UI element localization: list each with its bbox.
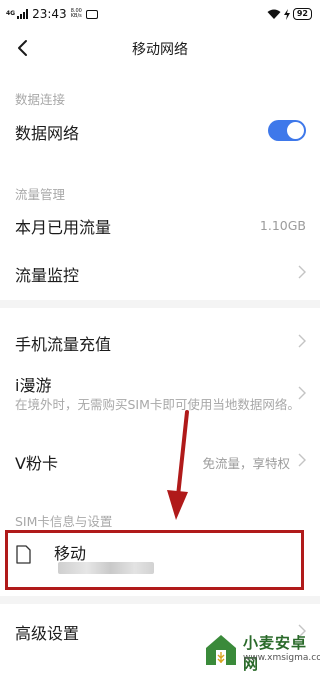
monthly-usage-value: 1.10GB	[259, 218, 306, 233]
network-speed: 8.00 KB/s	[71, 9, 82, 19]
network-speed-unit: KB/s	[70, 13, 82, 19]
chevron-right-icon	[298, 334, 306, 348]
status-bar: 4G 23:43 8.00 KB/s 92	[0, 0, 320, 28]
vcard-value: 免流量，享特权	[202, 456, 290, 471]
watermark-url: www.xmsigma.com	[243, 653, 320, 663]
sim-carrier-label: 移动	[54, 544, 87, 563]
message-icon	[85, 9, 98, 19]
vcard-label: V粉卡	[15, 454, 58, 473]
sim-card-row-highlight[interactable]	[5, 530, 304, 590]
sim-number-blurred	[58, 562, 154, 574]
chevron-right-icon	[298, 265, 306, 279]
toggle-knob	[287, 122, 304, 139]
chevron-right-icon	[298, 453, 306, 467]
roaming-description: 在境外时，无需购买SIM卡即可使用当地数据网络。	[15, 397, 300, 412]
chevron-right-icon	[298, 386, 306, 400]
page-title: 移动网络	[132, 42, 188, 58]
data-network-label: 数据网络	[15, 124, 80, 143]
network-type: 4G	[6, 10, 16, 17]
status-right: 92	[267, 8, 312, 20]
signal-icon	[17, 9, 29, 19]
section-title-data-connection: 数据连接	[15, 92, 66, 107]
battery-icon: 92	[292, 8, 312, 20]
watermark-logo: 小麦安卓网 www.xmsigma.com	[200, 626, 320, 675]
house-logo-icon	[206, 635, 236, 665]
sim-card-icon	[16, 545, 31, 564]
section-title-sim: SIM卡信息与设置	[15, 514, 113, 529]
roaming-label: i漫游	[15, 376, 52, 395]
section-title-traffic: 流量管理	[15, 187, 66, 202]
monthly-usage-label: 本月已用流量	[15, 218, 112, 237]
advanced-settings-label: 高级设置	[15, 624, 80, 643]
header: 移动网络	[0, 28, 320, 70]
wifi-icon	[267, 9, 281, 19]
status-time: 23:43	[32, 7, 67, 21]
data-network-toggle[interactable]	[268, 120, 306, 141]
section-divider	[0, 596, 320, 604]
recharge-label: 手机流量充值	[15, 335, 112, 354]
section-divider	[0, 300, 320, 308]
charging-icon	[283, 8, 290, 20]
traffic-monitor-label: 流量监控	[15, 266, 80, 285]
